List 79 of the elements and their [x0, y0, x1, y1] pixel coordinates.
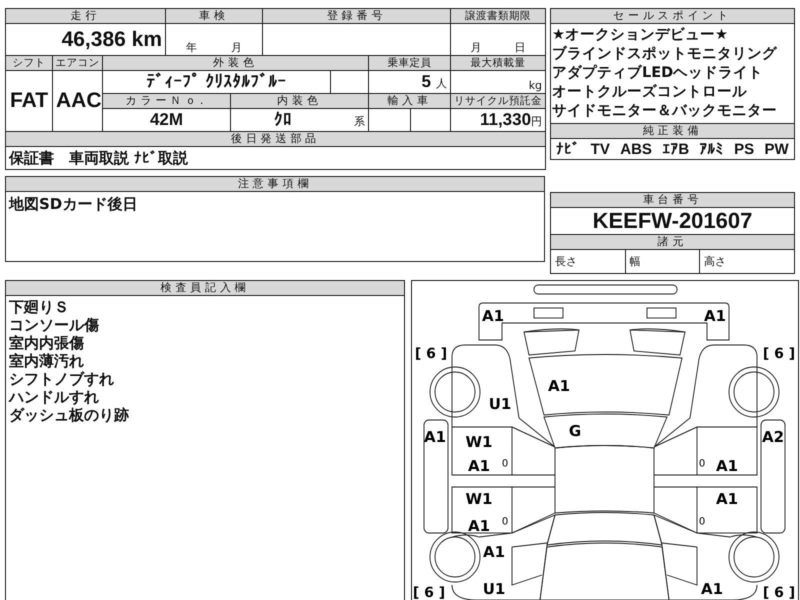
inspector-note: 室内内張傷	[9, 334, 85, 352]
recycling-fee-value: 11,330	[480, 110, 532, 129]
chassis-number: KEEFW-201607	[592, 208, 754, 234]
section-header: 後日発送部品	[6, 132, 546, 146]
column-header: 内装色	[230, 94, 369, 108]
tire-tread-label: [ 6 ]	[414, 346, 448, 362]
damage-code: A1	[548, 377, 570, 396]
damage-code: A1	[716, 490, 738, 508]
damage-code: W1	[466, 433, 492, 452]
spec-label: 幅	[626, 250, 700, 273]
damage-code: A1	[468, 457, 490, 476]
damage-code: U1	[488, 395, 512, 414]
equipment-item: PW	[764, 140, 789, 158]
damage-code: W1	[466, 490, 492, 508]
section-header: 車台番号	[551, 193, 794, 208]
sales-point-text: ブラインドスポットモニタリング	[552, 45, 778, 64]
section-header: 諸元	[551, 234, 794, 250]
door-mark: 0	[698, 516, 706, 528]
door-mark: 0	[502, 516, 508, 528]
notes-text: 地図SDカード後日	[8, 194, 138, 215]
column-header: 車検	[166, 8, 263, 24]
equipment-item: TV	[590, 140, 610, 158]
capacity-value: 5	[421, 72, 431, 91]
section-header: 純正装備	[551, 123, 794, 139]
section-header: 注意事項欄	[6, 177, 544, 192]
inspector-note: ハンドルすれ	[9, 388, 100, 406]
damage-code: A1	[704, 307, 726, 326]
damage-code: A1	[482, 307, 504, 326]
interior-color-unit: 系	[354, 114, 366, 129]
equipment-item: ｱﾙﾐ	[700, 140, 724, 158]
door-mark: 0	[698, 458, 706, 470]
column-header: 走行	[6, 8, 166, 24]
column-header: 譲渡書類期限	[450, 8, 546, 24]
column-header: エアコン	[52, 56, 102, 70]
door-mark: 0	[502, 458, 508, 470]
spec-label: 高さ	[703, 254, 728, 270]
section-header: セールスポイント	[551, 9, 794, 24]
damage-code: A1	[482, 543, 506, 562]
column-header: 登録番号	[262, 8, 451, 24]
day-unit: 日	[514, 40, 526, 54]
inspector-note: コンソール傷	[9, 316, 100, 334]
column-header: カラーＮｏ.	[102, 94, 230, 108]
month-unit: 月	[231, 40, 242, 54]
inspector-note: 室内薄汚れ	[9, 352, 85, 370]
section-header: 検査員記入欄	[6, 281, 404, 296]
capacity-unit: 人	[436, 77, 448, 90]
inspector-note: 下廻りＳ	[9, 298, 70, 316]
column-header: 輸入車	[368, 94, 451, 108]
column-header: 最大積載量	[450, 56, 546, 70]
inspector-note: シフトノブすれ	[9, 370, 115, 388]
year-unit: 年	[186, 40, 197, 54]
damage-code: A1	[700, 580, 724, 598]
column-header: 外装色	[102, 56, 369, 70]
column-header: リサイクル預託金	[450, 94, 546, 108]
yen-unit: 円	[531, 115, 542, 128]
sales-point-text: ★オークションデビュー★	[552, 26, 729, 45]
equipment-item: PS	[734, 140, 754, 158]
equipment-item: ABS	[620, 140, 652, 158]
max-load-unit: kg	[528, 79, 542, 92]
damage-code: U1	[482, 580, 506, 598]
column-header: 乗車定員	[368, 56, 451, 70]
tire-tread-label: [ 6 ]	[762, 346, 796, 362]
spec-label: 長さ	[551, 250, 626, 273]
sales-point-text: アダプティブLEDヘッドライト	[552, 64, 764, 83]
column-header: シフト	[6, 56, 52, 70]
month-unit: 月	[470, 40, 482, 54]
interior-color-value: ｸﾛ	[274, 110, 292, 130]
damage-code: A1	[468, 517, 490, 536]
parts-to-follow-text: 保証書 車両取説 ﾅﾋﾞ取説	[6, 146, 546, 170]
damage-code: G	[568, 422, 582, 440]
equipment-item: ﾅﾋﾞ	[556, 140, 580, 158]
tire-tread-label: [ 6 ]	[412, 584, 446, 600]
equipment-item: ｴｱB	[662, 140, 690, 158]
tire-tread-label: [ 6 ]	[762, 584, 796, 600]
damage-code: A1	[716, 457, 738, 476]
inspector-note: ダッシュ板のり跡	[9, 406, 130, 424]
damage-code: A2	[762, 428, 784, 446]
sales-point-text: サイドモニター＆バックモニター	[552, 102, 778, 121]
sales-point-text: オートクルーズコントロール	[552, 83, 748, 102]
